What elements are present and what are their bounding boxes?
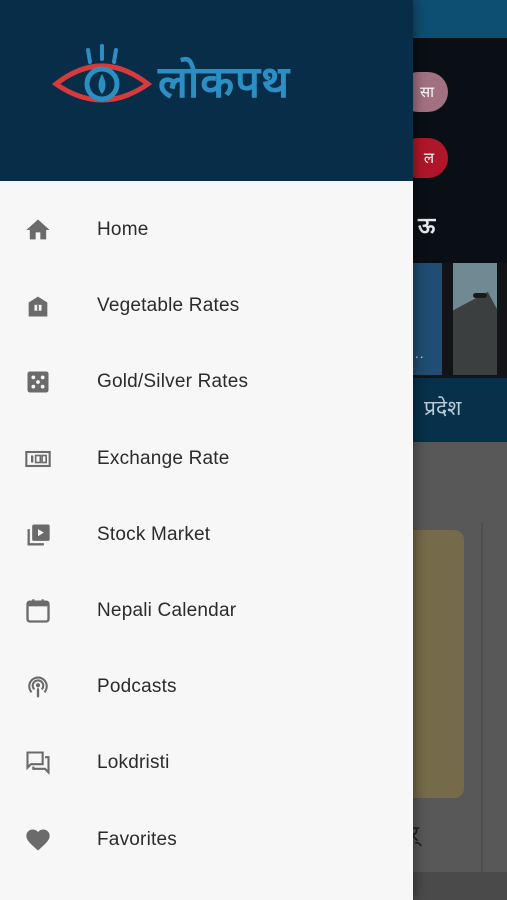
menu-item-label: Podcasts <box>97 676 177 698</box>
menu-item-podcasts[interactable]: Podcasts <box>0 649 413 725</box>
menu-item-exchange-rate[interactable]: Exchange Rate <box>0 421 413 497</box>
menu-item-nepali-calendar[interactable]: Nepali Calendar <box>0 573 413 649</box>
home-icon <box>24 216 52 244</box>
drawer-header: लोकपथ <box>0 0 413 181</box>
menu-item-label: Nepali Calendar <box>97 600 237 622</box>
menu-item-vegetable-rates[interactable]: Vegetable Rates <box>0 268 413 344</box>
background-tab-label: प्रदेश <box>424 396 462 420</box>
menu-item-label: Gold/Silver Rates <box>97 371 249 393</box>
background-thumbnail-image <box>453 263 497 375</box>
menu-item-label: Vegetable Rates <box>97 295 240 317</box>
menu-item-home[interactable]: Home <box>0 192 413 268</box>
menu-item-stock-market[interactable]: Stock Market <box>0 497 413 573</box>
podcast-icon <box>24 673 52 701</box>
eye-logo-icon <box>52 44 152 103</box>
menu-item-lokdristi[interactable]: Lokdristi <box>0 725 413 801</box>
app-logo-text: लोकपथ <box>158 57 291 108</box>
forum-icon <box>24 749 52 777</box>
calendar-icon <box>24 597 52 625</box>
background-heading-glyph: ऊ <box>418 214 436 239</box>
video-library-icon <box>24 521 52 549</box>
menu-item-label: Favorites <box>97 828 177 850</box>
heart-icon <box>24 826 52 854</box>
menu-item-label: Stock Market <box>97 523 211 545</box>
navigation-drawer: लोकपथ Home Vegetable Rates Gold/Silver R… <box>0 0 413 900</box>
background-divider <box>481 522 483 872</box>
menu-item-label: Home <box>97 219 149 241</box>
menu-item-favorites[interactable]: Favorites <box>0 802 413 878</box>
store-icon <box>24 292 52 320</box>
money-icon <box>24 445 52 473</box>
menu-item-label: Exchange Rate <box>97 447 230 469</box>
app-logo: लोकपथ <box>52 44 362 116</box>
menu-item-label: Lokdristi <box>97 752 170 774</box>
menu-item-gold-silver-rates[interactable]: Gold/Silver Rates <box>0 344 413 420</box>
drawer-menu: Home Vegetable Rates Gold/Silver Rates E… <box>0 192 413 878</box>
dice-icon <box>24 368 52 396</box>
